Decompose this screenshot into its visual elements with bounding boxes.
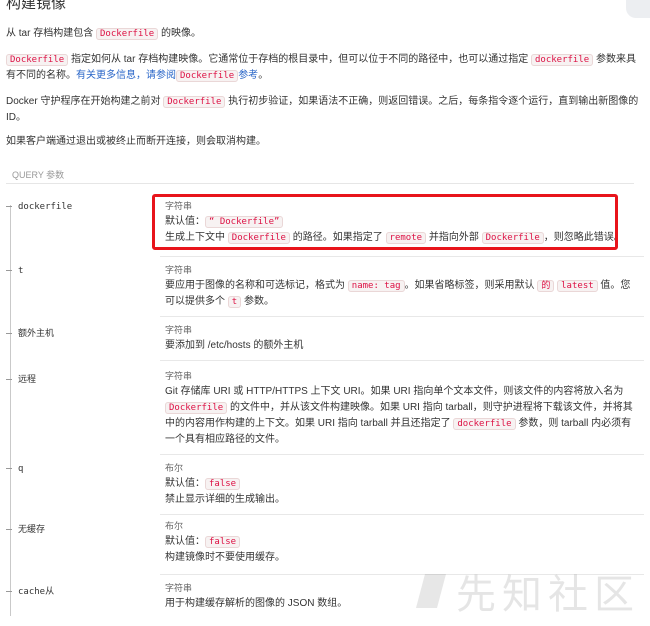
- param-name-extra-hosts: 额外主机: [6, 326, 54, 339]
- param-desc-no-cache: 布尔 默认值： false 构建镜像时不要使用缓存。: [165, 518, 638, 566]
- param-type: 字符串: [165, 371, 193, 381]
- watermark-text: 先知社区: [456, 572, 640, 618]
- text: 的映像。: [158, 28, 201, 39]
- param-type: 字符串: [165, 265, 193, 275]
- highlight-box: [152, 194, 618, 250]
- param-name-q: q: [6, 464, 23, 474]
- param-desc-extra-hosts: 字符串 要添加到 /etc/hosts 的额外主机: [165, 322, 638, 354]
- divider: [160, 454, 644, 455]
- param-description: 要添加到 /etc/hosts 的额外主机: [165, 340, 304, 351]
- param-type: 字符串: [165, 325, 193, 335]
- divider: [160, 316, 644, 317]
- param-name-no-cache: 无缓存: [6, 522, 45, 535]
- corner-decoration: [626, 0, 650, 18]
- intro-paragraph-3: Docker 守护程序在开始构建之前对 Dockerfile 执行初步验证，如果…: [6, 94, 642, 126]
- param-default: 默认值： false: [165, 534, 638, 550]
- param-name-cache-from: cache从: [6, 584, 54, 597]
- param-description: 禁止显示详细的生成输出。: [165, 494, 285, 505]
- intro-paragraph-1: 从 tar 存档构建包含 Dockerfile 的映像。: [6, 26, 642, 42]
- code-dockerfile: Dockerfile: [176, 70, 239, 82]
- param-desc-t: 字符串 要应用于图像的名称和可选标记，格式为 name: tag 。如果省略标签，…: [165, 262, 638, 310]
- param-type: 布尔: [165, 463, 184, 473]
- divider: [160, 360, 644, 361]
- intro-paragraph-2: Dockerfile 指定如何从 tar 存档构建映像。它通常位于存档的根目录中…: [6, 52, 642, 84]
- param-description: Git 存储库 URI 或 HTTP/HTTPS 上下文 URI。如果 URI …: [165, 386, 633, 445]
- intro-paragraph-4: 如果客户端通过退出或被终止而断开连接，则会取消构建。: [6, 136, 266, 147]
- param-default: 默认值： false: [165, 476, 638, 492]
- code-dockerfile-param: dockerfile: [530, 54, 594, 66]
- code-dockerfile: Dockerfile: [6, 54, 69, 66]
- query-params-header: QUERY 参数: [12, 170, 65, 180]
- page-title: 构建镜像: [6, 0, 67, 12]
- watermark-logo-icon: [416, 574, 446, 608]
- param-name-remote: 远程: [6, 372, 36, 385]
- param-name-dockerfile: dockerfile: [6, 202, 72, 212]
- param-desc-q: 布尔 默认值： false 禁止显示详细的生成输出。: [165, 460, 638, 508]
- text: Docker 守护程序在开始构建之前对: [6, 96, 164, 107]
- param-name-t: t: [6, 266, 23, 276]
- divider: [160, 514, 644, 515]
- param-type: 布尔: [165, 521, 184, 531]
- more-info-link[interactable]: 有关更多信息，请参阅: [76, 70, 176, 81]
- divider: [160, 256, 644, 257]
- watermark: 先知社区: [416, 562, 640, 620]
- text: 指定如何从 tar 存档构建映像。它通常位于存档的根目录中，但可以位于不同的路径…: [68, 54, 531, 65]
- param-desc-remote: 字符串 Git 存储库 URI 或 HTTP/HTTPS 上下文 URI。如果 …: [165, 368, 638, 448]
- code-dockerfile: Dockerfile: [96, 28, 159, 40]
- reference-link[interactable]: 参考: [238, 70, 258, 81]
- param-description: 要应用于图像的名称和可选标记，格式为 name: tag 。如果省略标签，则采用默…: [165, 280, 631, 308]
- divider: [6, 183, 634, 184]
- code-dockerfile: Dockerfile: [163, 96, 226, 108]
- text: 从 tar 存档构建包含: [6, 28, 97, 39]
- text: 。: [258, 70, 269, 81]
